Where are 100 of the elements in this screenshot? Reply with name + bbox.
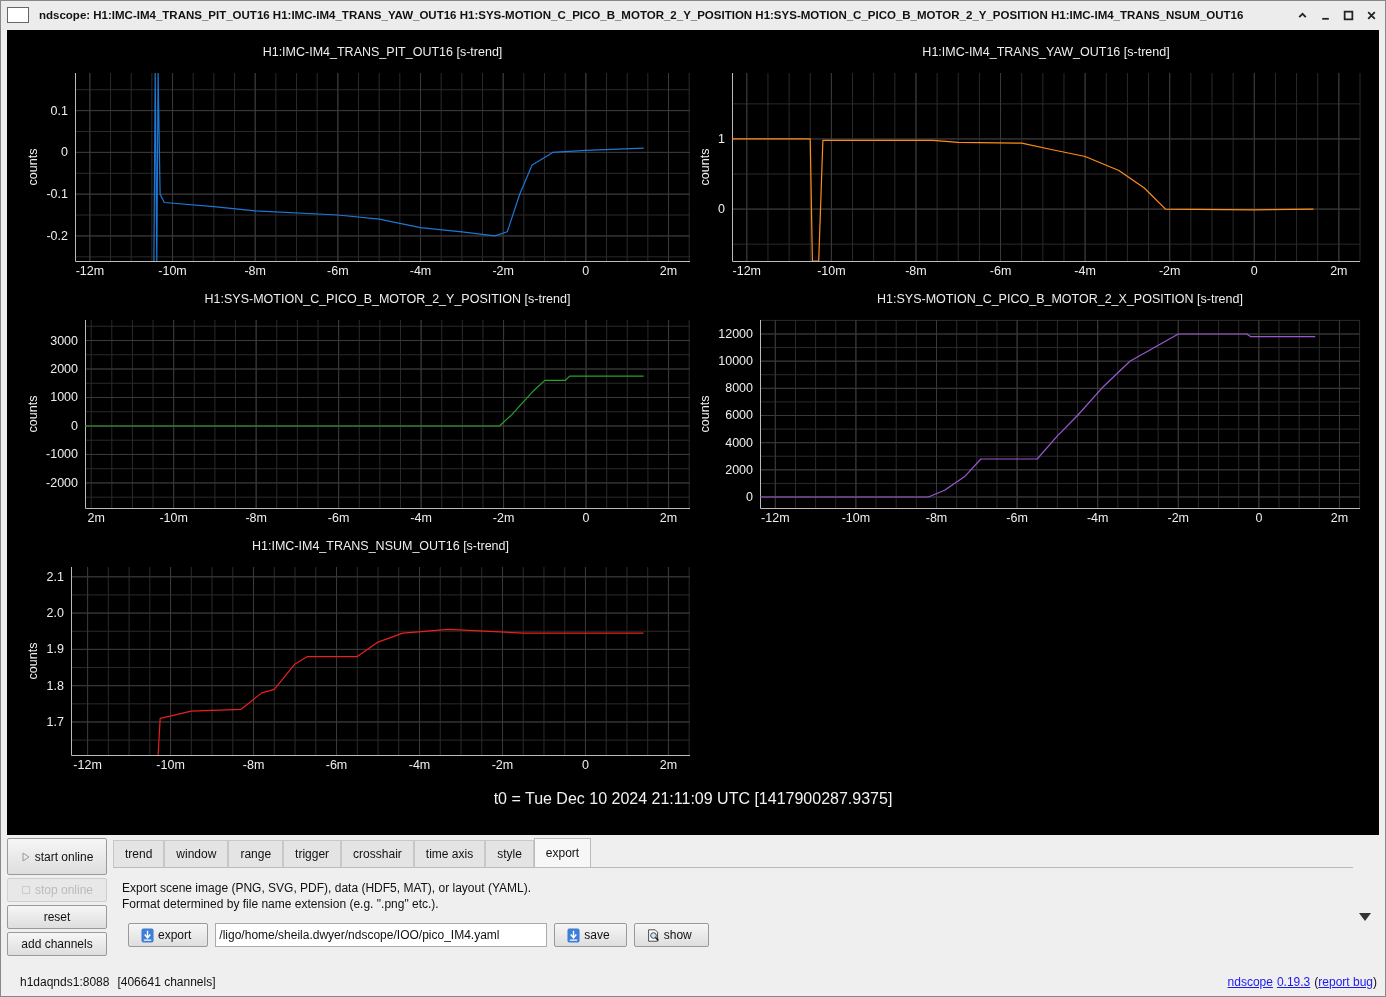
y-tick-label: 0 (61, 145, 68, 160)
x-tick-label: -10m (841, 510, 871, 525)
control-button[interactable]: reset (7, 905, 107, 930)
x-tick-label: 2m (1330, 510, 1349, 525)
save-button[interactable]: save (554, 923, 627, 948)
y-axis-label: counts (698, 148, 712, 186)
play-icon (20, 851, 31, 862)
x-tick-label: 2m (1330, 263, 1348, 278)
close-icon[interactable] (1366, 9, 1377, 21)
x-tick-label: -10m (817, 263, 846, 278)
x-tick-label: 2m (659, 510, 678, 525)
x-tick-label: 2m (659, 757, 678, 772)
download-icon (141, 927, 154, 943)
chart-title: H1:SYS-MOTION_C_PICO_B_MOTOR_2_X_POSITION [s-trend] (877, 291, 1243, 306)
x-tick-label: -8m (244, 263, 266, 278)
y-tick-label: 1 (718, 131, 725, 146)
channel-count: [406641 channels] (117, 975, 216, 990)
x-tick-label: -4m (1086, 510, 1109, 525)
y-tick-label: -0.2 (46, 228, 68, 243)
x-tick-label: -8m (925, 510, 948, 525)
file-path-field[interactable]: /ligo/home/sheila.dwyer/ndscope/IOO/pico_IM4.yaml (215, 923, 548, 948)
y-axis-label: counts (26, 642, 40, 680)
tab[interactable]: window (164, 840, 229, 868)
parenthesis: ) (1373, 975, 1377, 990)
x-tick-label: 0 (1255, 510, 1263, 525)
download-icon (567, 927, 581, 943)
x-tick-label: -10m (159, 510, 188, 525)
x-tick-label: -6m (327, 510, 350, 525)
tab[interactable]: style (485, 840, 534, 868)
chart-title: H1:SYS-MOTION_C_PICO_B_MOTOR_2_Y_POSITION [s-trend] (204, 291, 571, 306)
restore-icon[interactable] (1343, 9, 1354, 21)
x-tick-label: -8m (242, 757, 265, 772)
x-tick-label: -4m (410, 510, 432, 525)
y-tick-label: 4000 (725, 435, 753, 450)
x-tick-label: -12m (761, 510, 790, 525)
export-button[interactable]: export (128, 923, 209, 948)
stop-icon (20, 885, 31, 896)
control-button[interactable]: start online (7, 838, 107, 876)
x-tick-label: -12m (732, 263, 762, 278)
description-text: Format determined by file name extension (e.g. ".png" etc.). (122, 896, 440, 913)
x-tick-label: -10m (156, 757, 185, 772)
y-tick-label: 0 (718, 202, 725, 216)
y-tick-label: 0 (746, 489, 753, 504)
y-tick-label: 2.0 (46, 606, 64, 620)
y-tick-label: 8000 (725, 381, 753, 396)
tab[interactable]: range (228, 840, 284, 868)
control-button[interactable]: add channels (7, 932, 107, 957)
chart-title: H1:IMC-IM4_TRANS_NSUM_OUT16 [s-trend] (252, 538, 509, 553)
x-tick-label: 2m (87, 510, 105, 525)
chart-title: H1:IMC-IM4_TRANS_PIT_OUT16 [s-trend] (262, 44, 503, 59)
y-tick-label: 1000 (50, 390, 78, 405)
x-tick-label: 0 (581, 757, 589, 772)
report-bug-link[interactable]: report bug (1318, 975, 1373, 990)
y-tick-label: 1.7 (46, 714, 64, 729)
x-tick-label: -2m (492, 510, 515, 525)
y-tick-label: 2000 (50, 361, 78, 376)
x-tick-label: -4m (1074, 263, 1096, 278)
x-tick-label: -2m (491, 757, 514, 772)
version-link[interactable]: 0.19.3 (1276, 975, 1311, 990)
y-tick-label: 1.9 (46, 642, 64, 657)
tab[interactable]: trend (113, 840, 165, 868)
x-tick-label: -6m (989, 263, 1012, 278)
x-tick-label: 0 (1250, 263, 1258, 278)
y-tick-label: 2.1 (46, 569, 64, 584)
y-axis-label: counts (26, 148, 40, 186)
x-tick-label: -2m (1167, 510, 1190, 525)
y-tick-label: -2000 (46, 475, 78, 490)
parenthesis: ( (1314, 975, 1319, 990)
chart-title: H1:IMC-IM4_TRANS_YAW_OUT16 [s-trend] (922, 44, 1170, 59)
show-button[interactable]: show (633, 923, 709, 948)
y-axis-label: counts (26, 395, 40, 433)
y-tick-label: -0.1 (46, 187, 68, 202)
x-tick-label: -12m (73, 757, 102, 772)
x-tick-label: -12m (75, 263, 105, 278)
app-link[interactable]: ndscope (1227, 975, 1273, 990)
window-icon (7, 7, 29, 24)
y-tick-label: 10000 (718, 354, 753, 369)
x-tick-label: -2m (1158, 263, 1181, 278)
dropdown-triangle-icon[interactable] (1359, 913, 1371, 922)
tab[interactable]: time axis (413, 840, 486, 868)
x-tick-label: -6m (325, 757, 348, 772)
x-tick-label: -2m (492, 263, 514, 278)
y-tick-label: 3000 (50, 333, 78, 348)
window-title: ndscope: H1:IMC-IM4_TRANS_PIT_OUT16 H1:IMC-IM4_TRANS_YAW_OUT16 H1:SYS-MOTION_C_PICO_B_MOTOR_2_Y_POSITION H1:SYS-MOTION_C_PICO_B_MOTOR_2_Y_POSITION H1:IMC-IM4_TRANS_NSUM_OUT16 (39, 9, 1244, 22)
tab[interactable]: crosshair (341, 840, 414, 868)
server-address: h1daqnds1:8088 (20, 975, 110, 990)
y-tick-label: 6000 (725, 408, 753, 423)
x-tick-label: 0 (582, 263, 590, 278)
y-tick-label: 0 (71, 418, 78, 433)
tab[interactable]: trigger (283, 840, 342, 868)
y-axis-label: counts (698, 395, 712, 433)
y-tick-label: 12000 (718, 326, 753, 341)
tab[interactable]: export (533, 838, 592, 868)
x-tick-label: -10m (158, 263, 187, 278)
x-tick-label: 2m (659, 263, 678, 278)
y-tick-label: -1000 (46, 447, 78, 462)
x-tick-label: -8m (245, 510, 267, 525)
x-tick-label: -4m (409, 263, 432, 278)
x-tick-label: -6m (327, 263, 349, 278)
magnifier-document-icon (646, 927, 660, 943)
